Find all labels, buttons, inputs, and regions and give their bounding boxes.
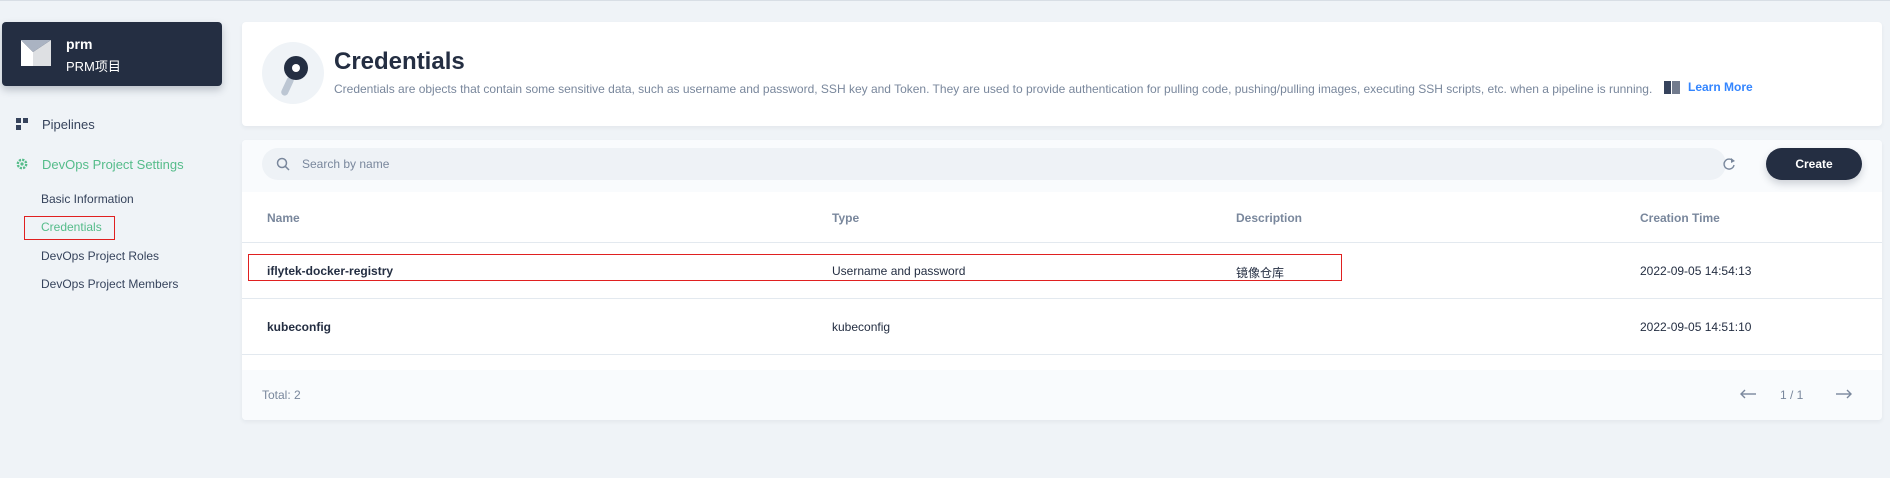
sidebar-item-label: DevOps Project Settings (42, 156, 184, 172)
page-header-banner: Credentials Credentials are objects that… (242, 22, 1882, 126)
grid-icon (16, 118, 28, 130)
credentials-highlight-box (24, 216, 115, 240)
column-header-description: Description (1236, 211, 1303, 225)
sidebar-item-pipelines[interactable]: Pipelines (16, 114, 95, 134)
credential-creation-time: 2022-09-05 14:51:10 (1640, 320, 1752, 334)
credential-creation-time: 2022-09-05 14:54:13 (1640, 264, 1752, 278)
table-header: Name Type Description Creation Time (242, 192, 1882, 243)
credential-name[interactable]: kubeconfig (267, 320, 331, 334)
create-button[interactable]: Create (1766, 148, 1862, 180)
project-logo-icon (21, 40, 51, 66)
page-description: Credentials are objects that contain som… (334, 82, 1653, 96)
sidebar-item-devops-project-settings[interactable]: DevOps Project Settings (16, 154, 184, 174)
search-input[interactable] (302, 148, 1702, 180)
project-description: PRM项目 (66, 59, 121, 74)
total-count: Total: 2 (262, 388, 301, 402)
table-footer: Total: 2 1 / 1 (242, 370, 1882, 420)
project-card[interactable]: prm PRM项目 (2, 22, 222, 86)
book-icon (1664, 80, 1680, 94)
column-header-name[interactable]: Name (267, 211, 300, 225)
column-header-creation-time[interactable]: Creation Time (1640, 211, 1720, 225)
gear-icon (16, 158, 28, 170)
credential-type: kubeconfig (832, 320, 891, 334)
sidebar-subitem-devops-project-roles[interactable]: DevOps Project Roles (41, 249, 159, 263)
table-row[interactable]: kubeconfig kubeconfig 2022-09-05 14:51:1… (242, 299, 1882, 355)
sidebar-item-label: Pipelines (42, 116, 95, 132)
project-name: prm (66, 36, 93, 52)
top-border (0, 0, 1890, 1)
credentials-table-panel: Create Name Type Description Creation Ti… (242, 140, 1882, 420)
sidebar-subitem-devops-project-members[interactable]: DevOps Project Members (41, 277, 178, 291)
learn-more-link[interactable]: Learn More (1664, 80, 1753, 94)
learn-more-label: Learn More (1688, 80, 1753, 94)
table-row[interactable]: iflytek-docker-registry Username and pas… (242, 243, 1882, 299)
table-toolbar: Create (242, 140, 1882, 192)
arrow-right-icon[interactable] (1834, 386, 1854, 402)
search-bar[interactable] (262, 148, 1726, 180)
row-highlight-box (248, 254, 1342, 281)
arrow-left-icon[interactable] (1738, 386, 1758, 402)
sidebar-subitem-basic-information[interactable]: Basic Information (41, 192, 134, 206)
page-title: Credentials (334, 48, 465, 75)
column-header-type: Type (832, 211, 860, 225)
key-icon (262, 42, 324, 104)
refresh-icon[interactable] (1718, 153, 1740, 175)
page-indicator: 1 / 1 (1780, 388, 1804, 402)
search-icon (276, 157, 290, 171)
